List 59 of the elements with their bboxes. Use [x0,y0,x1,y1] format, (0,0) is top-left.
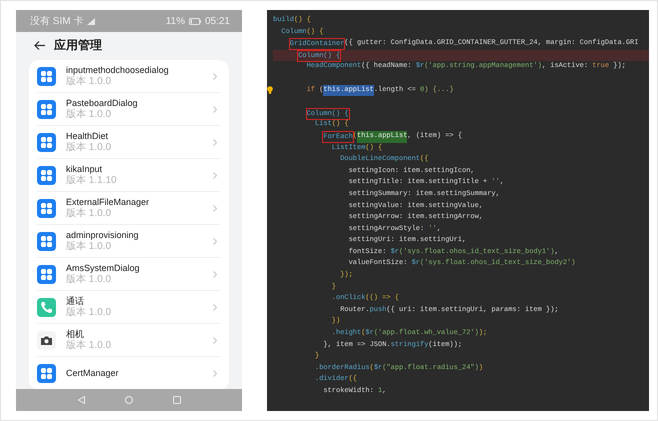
phone-icon [37,298,56,316]
chevron-icon [213,270,217,278]
app-list-item[interactable]: adminprovisioning 版本 1.0.0 [37,225,220,258]
app-list-item[interactable]: HealthDiet 版本 1.0.0 [37,126,220,159]
app-version: 版本 1.0.0 [66,208,112,219]
app-version: 版本 1.0.0 [66,241,112,252]
app-list-item[interactable]: kikaInput 版本 1.1.10 [37,159,220,192]
app-name: CertManager [66,368,120,378]
app-grid-icon [37,166,56,184]
app-version: 版本 1.0.0 [66,307,112,318]
lightbulb-icon[interactable] [267,86,273,94]
chevron-icon [213,172,217,178]
chevron-icon [213,204,217,212]
app-name: 相机 [66,329,85,340]
chevron-icon [213,106,217,112]
app-name: 通话 [66,296,85,306]
app-name: PasteboardDialog [66,98,139,108]
app-list-item[interactable]: ExternalFileManager 版本 1.0.0 [37,192,220,225]
home-circle-icon[interactable] [124,396,132,404]
app-list-item[interactable]: inputmethodchoosedialog 版本 1.0.0 [37,60,220,93]
app-name: ExternalFileManager [66,197,150,208]
app-list-item[interactable]: 相机 版本 1.0.0 [37,324,220,357]
back-arrow-icon[interactable] [34,40,45,50]
app-grid-icon [37,66,56,86]
chevron-icon [213,238,217,244]
app-grid-icon [37,364,56,382]
app-version: 版本 1.1.10 [66,175,118,186]
app-name: kikaInput [66,164,104,174]
app-list-item[interactable]: 通话 版本 1.0.0 [37,291,220,324]
app-name: inputmethodchoosedialog [66,65,170,76]
signal-icon [87,18,96,24]
chevron-icon [213,370,217,376]
chevron-icon [213,336,217,344]
battery-text: 11% [166,16,185,26]
app-list-item[interactable]: AmsSystemDialog 版本 1.0.0 [37,258,220,291]
app-name: AmsSystemDialog [66,263,141,274]
app-version: 版本 1.0.0 [66,340,112,351]
camera-icon [37,330,56,350]
carrier-text: 没有 SIM 卡 [30,14,84,28]
app-grid-icon [37,132,56,152]
chevron-icon [213,72,217,80]
chevron-icon [213,304,217,310]
app-version: 版本 1.0.0 [66,76,112,87]
app-version: 版本 1.0.0 [66,142,112,153]
app-grid-icon [37,232,56,250]
app-list-item[interactable]: PasteboardDialog 版本 1.0.0 [37,93,220,126]
app-grid-icon [37,264,56,284]
back-triangle-icon[interactable] [78,396,84,404]
app-version: 版本 1.0.0 [66,109,112,120]
app-version: 版本 1.0.0 [66,274,112,285]
recents-square-icon[interactable] [172,396,180,404]
app-name: HealthDiet [66,131,110,142]
battery-icon [188,18,201,24]
app-grid-icon [37,100,56,118]
app-name: adminprovisioning [66,230,140,240]
page-title: 应用管理 [54,36,102,54]
time-text: 05:21 [204,16,230,26]
app-grid-icon [37,198,56,218]
chevron-icon [213,138,217,146]
